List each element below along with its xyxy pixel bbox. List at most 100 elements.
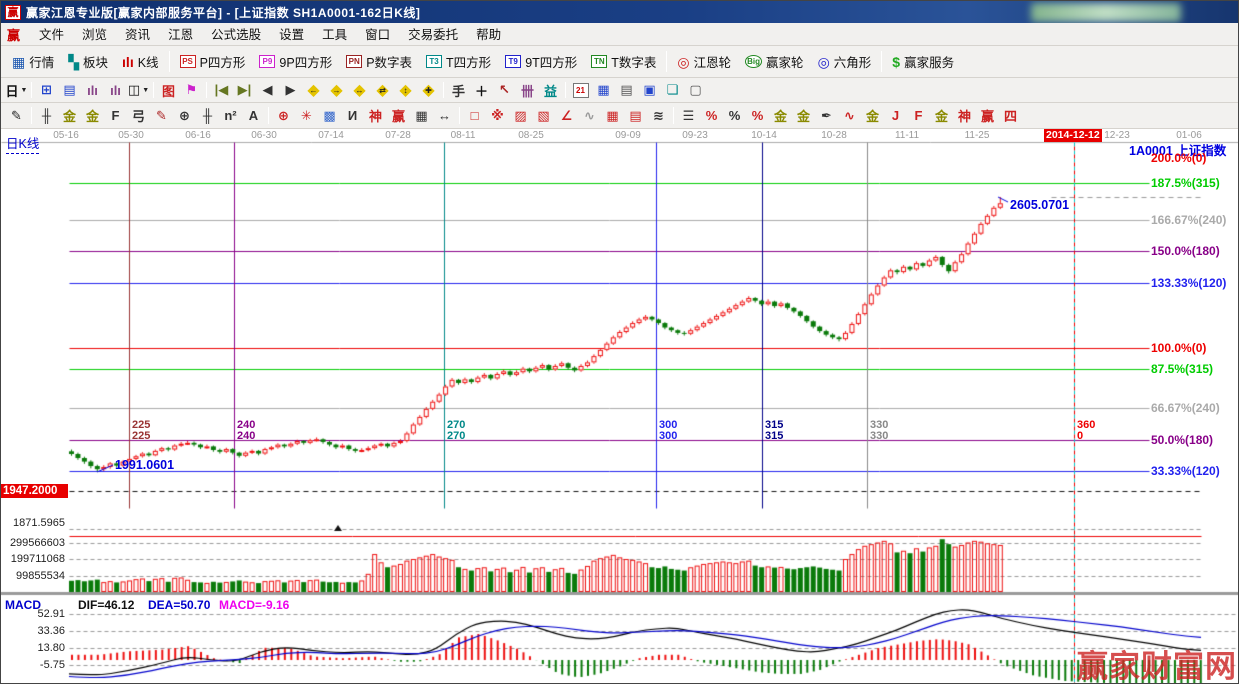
nav-web-save[interactable]: ❏ <box>661 80 684 100</box>
toolbar-button-行情[interactable]: ▦行情 <box>5 48 61 75</box>
nav-pan-left[interactable]: ◆← <box>302 80 325 100</box>
menu-item-2[interactable]: 资讯 <box>116 26 159 44</box>
nav-pan-right[interactable]: ◆→ <box>325 80 348 100</box>
toolbar-button-六角形[interactable]: ◎六角形 <box>811 48 879 75</box>
draw-tool-32[interactable]: ☰ <box>677 106 700 126</box>
draw-tool-20[interactable]: ↔ <box>433 106 456 126</box>
toolbar-button-T四方形[interactable]: T3T四方形 <box>419 48 498 75</box>
draw-tool-19[interactable]: ▦ <box>410 106 433 126</box>
draw-tool-28[interactable]: ▦ <box>601 106 624 126</box>
nav-calculator[interactable]: ▦ <box>592 80 615 100</box>
window-controls-blurred[interactable] <box>1031 3 1181 22</box>
nav-prev-bar[interactable]: ◀ <box>256 80 279 100</box>
draw-tool-25[interactable]: ▧ <box>532 106 555 126</box>
draw-tool-4[interactable]: 金 <box>81 106 104 126</box>
nav-last-bar[interactable]: ▶| <box>233 80 256 100</box>
nav-net-chart[interactable]: ⊞ <box>35 80 58 100</box>
toolbar-button-赢家轮[interactable]: Big赢家轮 <box>738 48 810 75</box>
nav-save[interactable]: ▣ <box>638 80 661 100</box>
draw-tool-38[interactable]: ✒ <box>815 106 838 126</box>
nav-hand-tool[interactable]: 手 <box>447 80 470 100</box>
nav-analysis-tool[interactable]: 益 <box>539 80 562 100</box>
menu-item-0[interactable]: 文件 <box>30 26 73 44</box>
draw-tool-37[interactable]: 金 <box>792 106 815 126</box>
menu-item-9[interactable]: 帮助 <box>467 26 510 44</box>
menu-item-7[interactable]: 窗口 <box>356 26 399 44</box>
nav-computer[interactable]: ▢ <box>684 80 707 100</box>
menu-item-5[interactable]: 设置 <box>270 26 313 44</box>
draw-tool-30[interactable]: ≋ <box>647 106 670 126</box>
T四方形-icon: T3 <box>426 55 442 68</box>
draw-pencil[interactable]: ✎ <box>5 106 28 126</box>
draw-tool-40[interactable]: 金 <box>861 106 884 126</box>
nav-candle-style[interactable]: ◫▼ <box>127 80 150 100</box>
draw-tool-6[interactable]: 弓 <box>127 106 150 126</box>
menu-item-1[interactable]: 浏览 <box>73 26 116 44</box>
nav-pan-both[interactable]: ◆↔ <box>348 80 371 100</box>
nav-expand[interactable]: ◆↕ <box>394 80 417 100</box>
draw-tool-23[interactable]: ※ <box>486 106 509 126</box>
period-label[interactable]: 日K线 <box>6 133 39 154</box>
nav-period-selector[interactable]: 日▼ <box>5 80 28 100</box>
toolbar-button-P四方形[interactable]: PSP四方形 <box>173 48 253 75</box>
nav-bars-9[interactable]: ılı <box>104 80 127 100</box>
toolbar-button-板块[interactable]: ▚板块 <box>61 48 115 75</box>
toolbar-button-9T四方形[interactable]: T99T四方形 <box>498 48 584 75</box>
draw-tool-17[interactable]: 神 <box>364 106 387 126</box>
menu-item-6[interactable]: 工具 <box>313 26 356 44</box>
toolbar-button-江恩轮[interactable]: ◎江恩轮 <box>670 48 738 75</box>
draw-tool-46[interactable]: 四 <box>999 106 1022 126</box>
draw-tool-27[interactable]: ∿ <box>578 106 601 126</box>
nav-color-chart[interactable]: ⚑ <box>180 80 203 100</box>
draw-tool-9[interactable]: ╫ <box>196 106 219 126</box>
draw-tool-18[interactable]: 赢 <box>387 106 410 126</box>
draw-tool-39[interactable]: ∿ <box>838 106 861 126</box>
nav-pointer-tool[interactable]: ↖ <box>493 80 516 100</box>
draw-tool-11[interactable]: A <box>242 106 265 126</box>
draw-tool-24[interactable]: ▨ <box>509 106 532 126</box>
draw-tool-15[interactable]: ▩ <box>318 106 341 126</box>
nav-clipboard[interactable]: ▤ <box>58 80 81 100</box>
nav-compress[interactable]: ◆⇄ <box>371 80 394 100</box>
draw-tool-34[interactable]: % <box>723 106 746 126</box>
menu-item-4[interactable]: 公式选股 <box>202 26 270 44</box>
draw-tool-33[interactable]: % <box>700 106 723 126</box>
draw-tool-16[interactable]: И <box>341 106 364 126</box>
nav-red-chart[interactable]: 图 <box>157 80 180 100</box>
nav-expand-all[interactable]: ◆✚ <box>417 80 440 100</box>
nav-first-bar[interactable]: |◀ <box>210 80 233 100</box>
draw-tool-14[interactable]: ✳ <box>295 106 318 126</box>
toolbar-button-9P四方形[interactable]: P99P四方形 <box>252 48 339 75</box>
draw-tool-26[interactable]: ∠ <box>555 106 578 126</box>
draw-tool-5[interactable]: F <box>104 106 127 126</box>
toolbar-button-label: P数字表 <box>366 52 412 71</box>
draw-tool-44[interactable]: 神 <box>953 106 976 126</box>
draw-tool-8[interactable]: ⊕ <box>173 106 196 126</box>
draw-tool-10[interactable]: n² <box>219 106 242 126</box>
draw-tool-22[interactable]: □ <box>463 106 486 126</box>
menu-item-3[interactable]: 江恩 <box>159 26 202 44</box>
draw-tool-35[interactable]: % <box>746 106 769 126</box>
draw-tool-41[interactable]: J <box>884 106 907 126</box>
draw-tool-45[interactable]: 赢 <box>976 106 999 126</box>
toolbar-button-P数字表[interactable]: PNP数字表 <box>339 48 419 75</box>
nav-bars-3[interactable]: ılı <box>81 80 104 100</box>
nav-calendar[interactable]: 21 <box>569 80 592 100</box>
nav-gann-tool[interactable]: 卌 <box>516 80 539 100</box>
draw-tool-7[interactable]: ✎ <box>150 106 173 126</box>
nav-notes[interactable]: ▤ <box>615 80 638 100</box>
toolbar-button-赢家服务[interactable]: $赢家服务 <box>885 48 961 75</box>
draw-tool-13[interactable]: ⊕ <box>272 106 295 126</box>
draw-tool-3[interactable]: 金 <box>58 106 81 126</box>
menu-item-8[interactable]: 交易委托 <box>399 26 467 44</box>
toolbar-button-T数字表[interactable]: TNT数字表 <box>584 48 663 75</box>
draw-tool-2[interactable]: ╫ <box>35 106 58 126</box>
toolbar-button-label: 赢家服务 <box>904 52 954 71</box>
draw-tool-36[interactable]: 金 <box>769 106 792 126</box>
nav-crosshair-tool[interactable]: ＋ <box>470 80 493 100</box>
nav-next-bar[interactable]: ▶ <box>279 80 302 100</box>
toolbar-button-K线[interactable]: ılıK线 <box>115 48 166 75</box>
draw-tool-42[interactable]: F <box>907 106 930 126</box>
draw-tool-43[interactable]: 金 <box>930 106 953 126</box>
draw-tool-29[interactable]: ▤ <box>624 106 647 126</box>
